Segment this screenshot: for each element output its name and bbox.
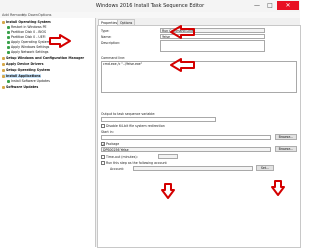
timeout-field[interactable] [158,154,178,159]
description-label: Description: [101,41,121,45]
minimize-button[interactable]: — [251,1,263,10]
run-as-label: Run this step as the following account [106,161,167,165]
type-label: Type: [101,29,110,33]
tree-group-install-os[interactable]: Install Operating System [2,20,51,24]
package-label: Package [106,142,120,146]
output-variable-label: Output to task sequence variable: [101,112,156,116]
account-label: Account: [110,167,124,171]
browse-start-in-button[interactable]: Browse... [275,134,297,140]
account-field [133,166,253,171]
check-icon [7,25,10,29]
tree-item[interactable]: Partition Disk 0 - BIOS [7,30,46,34]
tree-item[interactable]: Install Software Updates [7,79,50,83]
properties-pane: Properties Options Type: Run Command Lin… [97,18,301,248]
folder-icon [2,85,5,89]
description-field[interactable] [160,40,265,52]
name-field[interactable]: Yelse [160,34,265,39]
maximize-button[interactable]: □ [264,1,276,10]
tree-group[interactable]: Apply Device Drivers [2,62,43,66]
folder-icon [2,74,5,78]
browse-package-button[interactable]: Browse... [275,146,297,152]
start-in-field[interactable] [101,135,271,140]
check-icon [7,50,10,54]
command-line-field[interactable]: cmd.exe /c "..\Yelse.exe" [101,61,297,93]
name-label: Name: [101,35,112,39]
task-sequence-editor-window: Windows 2016 Install Task Sequence Edito… [0,0,301,248]
set-account-button[interactable]: Set... [256,165,274,171]
timeout-checkbox[interactable] [101,155,105,159]
toolbar-add[interactable]: Add [2,13,9,17]
command-line-label: Command line: [101,56,126,60]
tree-item[interactable]: Apply Windows Settings [7,45,49,49]
package-checkbox[interactable] [101,142,105,146]
package-field: DPS00256 Yelse [101,147,271,152]
tree-group[interactable]: Setup Windows and Configuration Manager [2,56,84,60]
tree-group[interactable]: Setup Operating System [2,68,50,72]
tree-group-install-applications[interactable]: Install Applications [2,74,41,79]
tree-item[interactable]: Partition Disk 0 - UEFI [7,35,45,39]
disable-redirect-label: Disable 64-bit file system redirection [106,124,165,128]
folder-icon [2,62,5,66]
run-as-checkbox[interactable] [101,161,105,165]
folder-icon [2,20,5,24]
check-icon [7,30,10,34]
toolbar-down[interactable]: Down [28,13,38,17]
toolbar-up[interactable]: Up [22,13,27,17]
tree-item[interactable]: Restart in Windows PE [7,25,47,29]
tree-group[interactable]: Software Updates [2,85,38,89]
type-field: Run Command Line [160,28,265,33]
tree-item[interactable]: Apply Network Settings [7,50,48,54]
properties-panel: Type: Run Command Line Name: Yelse Descr… [97,25,301,248]
start-in-label: Start in: [101,130,114,134]
check-icon [7,35,10,39]
check-icon [7,40,10,44]
close-button[interactable]: ✕ [277,1,299,10]
task-sequence-tree[interactable]: Install Operating System Restart in Wind… [0,18,96,247]
tree-item[interactable]: Apply Operating System [7,40,50,44]
timeout-label: Time-out (minutes): [106,155,138,159]
check-icon [7,45,10,49]
folder-icon [2,68,5,72]
folder-icon [2,56,5,60]
output-variable-field[interactable] [101,117,216,122]
toolbar-options[interactable]: Options [38,13,52,17]
check-icon [7,79,10,83]
disable-redirect-checkbox[interactable] [101,124,105,128]
